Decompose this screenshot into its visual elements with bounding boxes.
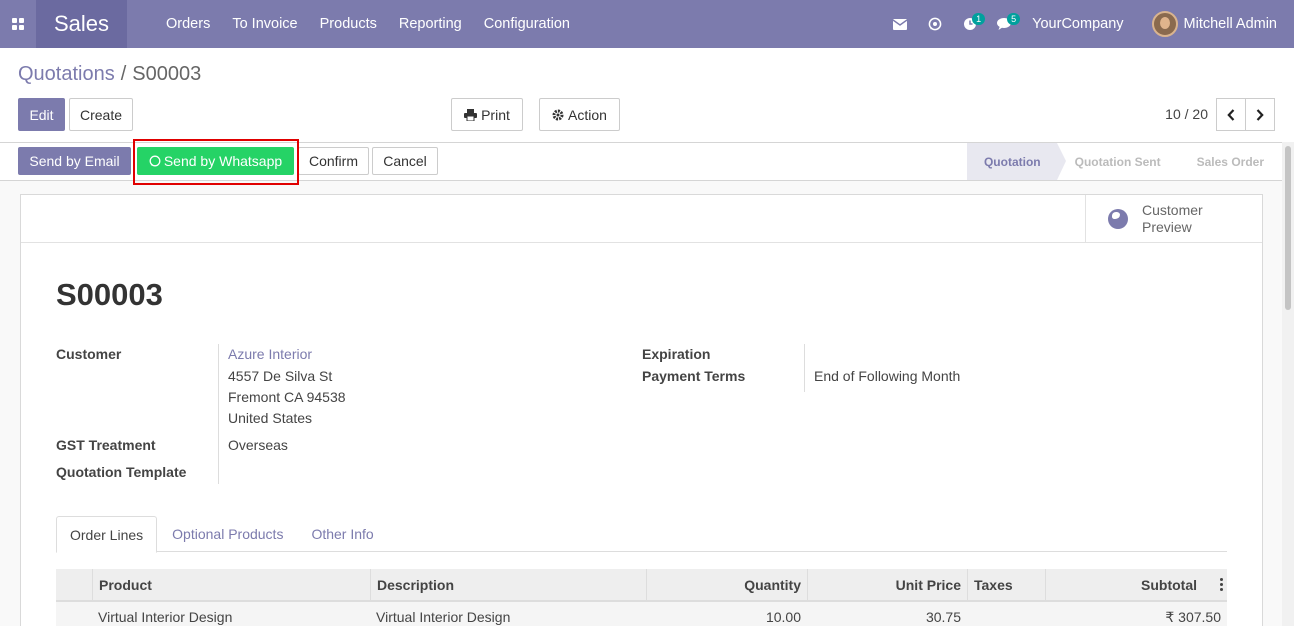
chevron-right-icon [1256, 108, 1264, 121]
cell-quantity: 10.00 [765, 609, 801, 625]
top-navbar: Sales Orders To Invoice Products Reporti… [0, 0, 1294, 48]
activity-badge: 1 [972, 13, 986, 25]
stage-sales-order[interactable]: Sales Order [1179, 143, 1282, 180]
cell-unit-price: 30.75 [925, 609, 961, 625]
action-label: Action [568, 106, 607, 123]
payment-terms-field[interactable]: End of Following Month [814, 368, 960, 384]
table-row[interactable]: Virtual Interior Design Virtual Interior… [56, 602, 1227, 626]
activity-clock-icon[interactable]: 1 [952, 0, 987, 48]
gst-treatment-label: GST Treatment [56, 437, 156, 453]
pager-next-button[interactable] [1245, 98, 1275, 131]
order-lines-header: Product Description Quantity Unit Price … [56, 569, 1227, 602]
stage-quotation-label: Quotation [983, 154, 1041, 169]
globe-icon [1108, 209, 1128, 229]
customer-preview-line-2: Preview [1142, 219, 1192, 235]
user-menu[interactable]: Mitchell Admin [1184, 16, 1277, 32]
messages-icon[interactable]: 5 [987, 0, 1022, 48]
quotation-template-label: Quotation Template [56, 464, 187, 480]
expiration-label: Expiration [642, 346, 711, 362]
quantity-column-header[interactable]: Quantity [646, 569, 807, 600]
send-by-email-button[interactable]: Send by Email [18, 147, 131, 175]
cell-description: Virtual Interior Design [376, 609, 511, 625]
whatsapp-icon[interactable] [917, 0, 952, 48]
scroll-thumb[interactable] [1285, 146, 1291, 310]
handle-column-header [56, 569, 92, 600]
cell-taxes [967, 602, 1045, 626]
stage-quotation-sent-label: Quotation Sent [1074, 154, 1161, 169]
breadcrumb: Quotations / S00003 [18, 63, 201, 86]
customer-field[interactable]: Azure Interior [228, 346, 312, 362]
cell-subtotal: ₹ 307.50 [1165, 608, 1221, 625]
menu-to-invoice[interactable]: To Invoice [232, 16, 297, 32]
customer-address-line-3: United States [228, 410, 313, 426]
apps-menu-icon[interactable] [0, 0, 36, 48]
right-group-divider [804, 344, 805, 392]
subtotal-column-header[interactable]: Subtotal [1045, 569, 1227, 600]
customer-label: Customer [56, 346, 122, 362]
print-label: Print [481, 106, 510, 123]
envelope-icon[interactable] [882, 0, 917, 48]
notebook-tabs: Order Lines Optional Products Other Info [56, 516, 1227, 553]
product-column-header[interactable]: Product [92, 569, 370, 600]
highlight-annotation-box [133, 139, 299, 185]
stage-quotation[interactable]: Quotation [966, 143, 1066, 180]
pager-value[interactable]: 10 / 20 [1165, 106, 1208, 122]
print-button[interactable]: Print [451, 98, 523, 131]
breadcrumb-quotations[interactable]: Quotations [18, 63, 115, 86]
menu-orders[interactable]: Orders [166, 16, 210, 32]
confirm-button[interactable]: Confirm [298, 147, 369, 175]
left-group-divider [218, 344, 219, 484]
breadcrumb-current: S00003 [132, 63, 202, 85]
document-title: S00003 [56, 277, 163, 312]
unit-price-column-header[interactable]: Unit Price [807, 569, 967, 600]
optional-columns-kebab-icon[interactable] [1220, 578, 1223, 591]
tab-other-info[interactable]: Other Info [298, 516, 386, 552]
menu-reporting[interactable]: Reporting [399, 16, 462, 32]
messages-badge: 5 [1007, 13, 1021, 25]
tab-order-lines[interactable]: Order Lines [56, 516, 158, 553]
stage-sales-order-label: Sales Order [1196, 154, 1264, 169]
user-avatar[interactable] [1151, 11, 1178, 37]
stage-quotation-sent[interactable]: Quotation Sent [1057, 143, 1179, 180]
description-column-header[interactable]: Description [370, 569, 646, 600]
taxes-column-header[interactable]: Taxes [967, 569, 1045, 600]
menu-products[interactable]: Products [320, 16, 377, 32]
sheet-button-box: Customer Preview [21, 195, 1262, 243]
cell-product: Virtual Interior Design [98, 609, 233, 625]
app-name[interactable]: Sales [36, 0, 127, 48]
edit-button[interactable]: Edit [18, 98, 65, 131]
customer-address-line-2: Fremont CA 94538 [228, 389, 346, 405]
chevron-left-icon [1227, 108, 1235, 121]
quotation-template-field[interactable] [228, 464, 528, 482]
tab-optional-products[interactable]: Optional Products [159, 516, 296, 552]
status-stages: Quotation Quotation Sent Sales Order [966, 143, 1282, 180]
customer-address-line-1: 4557 De Silva St [228, 368, 333, 384]
customer-preview-button[interactable]: Customer Preview [1085, 195, 1262, 243]
scrollbar[interactable] [1282, 142, 1294, 626]
gst-treatment-field[interactable]: Overseas [228, 437, 288, 453]
gear-icon [552, 109, 564, 120]
breadcrumb-separator: / [120, 63, 127, 85]
action-button[interactable]: Action [539, 98, 620, 131]
main-menu: Orders To Invoice Products Reporting Con… [166, 16, 592, 32]
menu-configuration[interactable]: Configuration [484, 16, 570, 32]
printer-icon [464, 108, 478, 121]
customer-preview-line-1: Customer [1142, 202, 1203, 218]
customer-preview-label: Customer Preview [1142, 202, 1203, 236]
form-sheet: Customer Preview S00003 Customer Azure I… [20, 194, 1263, 626]
systray: 1 5 YourCompany Mitchell Admin [882, 0, 1294, 48]
company-switcher[interactable]: YourCompany [1032, 16, 1123, 32]
create-button[interactable]: Create [69, 98, 133, 131]
pager-previous-button[interactable] [1216, 98, 1246, 131]
expiration-field[interactable] [814, 346, 1114, 364]
payment-terms-label: Payment Terms [642, 368, 746, 384]
cancel-button[interactable]: Cancel [372, 147, 438, 175]
